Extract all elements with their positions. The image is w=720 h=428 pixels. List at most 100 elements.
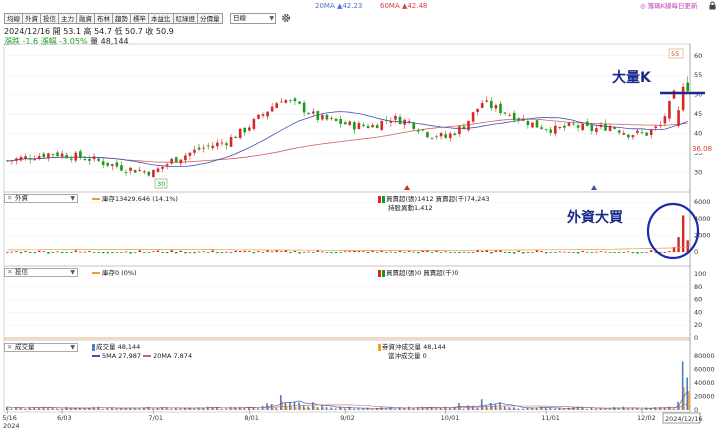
foreign-buy-legend: 買賣超(張)1412 買賣超(千)74,243	[378, 195, 490, 203]
candlestick	[659, 125, 662, 126]
volume-bar	[234, 406, 236, 410]
short-volume-bar	[176, 409, 178, 410]
short-volume-bar	[551, 408, 553, 410]
candlestick	[627, 134, 630, 138]
candlestick	[453, 133, 457, 135]
foreign-bar	[229, 252, 233, 253]
candlestick	[206, 145, 210, 147]
volume-bar	[115, 408, 118, 410]
foreign-bar	[143, 252, 146, 253]
candlestick	[371, 125, 374, 128]
foreign-bar	[28, 252, 32, 254]
short-volume-bar	[57, 409, 60, 410]
current-date-label: 2024/12/16	[665, 415, 702, 423]
foreign-bar	[92, 252, 96, 253]
chevron-down-icon: ▼	[70, 344, 75, 351]
foreign-bar	[6, 251, 9, 253]
close-icon[interactable]: ✕	[7, 269, 12, 276]
foreign-tick-label: 6000	[694, 198, 711, 206]
ma60-line	[7, 118, 688, 163]
short-volume-bar	[532, 408, 535, 410]
candlestick	[19, 157, 23, 161]
foreign-bar	[398, 250, 402, 253]
candlestick	[234, 136, 237, 139]
foreign-bar	[197, 251, 201, 253]
price-tick-label: 45	[694, 110, 702, 118]
foreign-bar	[595, 251, 598, 253]
candlestick	[581, 123, 584, 131]
candlestick	[480, 103, 484, 108]
foreign-bar	[316, 250, 320, 253]
panel-select-trust[interactable]: ✕ 投信 ▼	[4, 268, 78, 277]
candlestick	[508, 115, 511, 116]
volume-bar	[51, 407, 54, 410]
short-volume-bar	[624, 408, 626, 410]
short-volume-bar	[149, 408, 151, 410]
foreign-bar	[325, 252, 329, 253]
short-volume-bar	[391, 408, 393, 410]
volume-bar	[56, 408, 58, 410]
foreign-bar	[348, 251, 351, 253]
candlestick	[257, 114, 260, 119]
short-volume-bar	[258, 409, 261, 410]
short-volume-bar	[400, 409, 402, 410]
volume-bar	[480, 399, 483, 410]
foreign-bar	[47, 252, 50, 254]
price-tick-label: 30	[694, 168, 702, 176]
volume-bar	[302, 405, 305, 410]
foreign-bar	[681, 215, 685, 253]
volume-bar	[138, 408, 141, 410]
candlestick	[161, 166, 164, 169]
short-volume-bar	[651, 409, 653, 410]
short-volume-bar	[144, 408, 146, 410]
foreign-bar	[175, 252, 178, 254]
panel-select-foreign[interactable]: ✕ 外資 ▼	[4, 194, 78, 203]
candlestick	[540, 127, 543, 130]
candlestick	[124, 172, 128, 173]
short-volume-bar	[112, 408, 114, 410]
short-volume-bar	[66, 408, 69, 410]
volume-bar	[435, 408, 437, 410]
volume-bar	[613, 407, 615, 410]
short-volume-bar	[98, 408, 101, 410]
candlestick	[631, 135, 635, 138]
foreign-change-legend: 持股異動1,412	[388, 204, 433, 212]
short-volume-bar	[505, 408, 507, 410]
candlestick	[348, 121, 352, 125]
volume-bar	[448, 407, 451, 410]
candlestick	[202, 147, 205, 149]
panel-frame	[3, 265, 691, 341]
volume-bar	[595, 408, 597, 410]
volume-bar	[476, 408, 478, 410]
foreign-bar	[184, 252, 187, 254]
short-volume-bar	[560, 408, 562, 410]
foreign-bar	[51, 252, 55, 253]
candlestick	[111, 164, 114, 166]
foreign-bar	[481, 251, 484, 253]
short-volume-bar	[290, 406, 293, 410]
candlestick	[549, 129, 553, 133]
short-volume-bar	[582, 408, 585, 410]
close-icon[interactable]: ✕	[7, 195, 12, 202]
candlestick	[321, 115, 324, 120]
foreign-bar	[330, 252, 333, 254]
volume-bar	[444, 406, 446, 410]
foreign-bar	[207, 252, 210, 253]
foreign-bar	[627, 251, 630, 253]
volume-bar	[362, 408, 364, 410]
short-volume-bar	[345, 409, 347, 410]
short-volume-bar	[34, 409, 37, 410]
panel-frame	[3, 43, 691, 193]
candlestick	[339, 118, 342, 124]
candlestick	[279, 101, 283, 103]
volume-bar	[503, 406, 506, 410]
short-volume-bar	[468, 407, 471, 410]
volume-bar	[316, 406, 319, 410]
panel-select-volume[interactable]: ✕ 成交量 ▼	[4, 343, 78, 352]
foreign-bar	[586, 251, 589, 253]
day-trade-legend: 當沖成交量 0	[388, 352, 427, 360]
close-icon[interactable]: ✕	[7, 344, 12, 351]
volume-bar	[563, 408, 565, 410]
candlestick	[476, 108, 479, 112]
foreign-bar	[663, 251, 667, 253]
